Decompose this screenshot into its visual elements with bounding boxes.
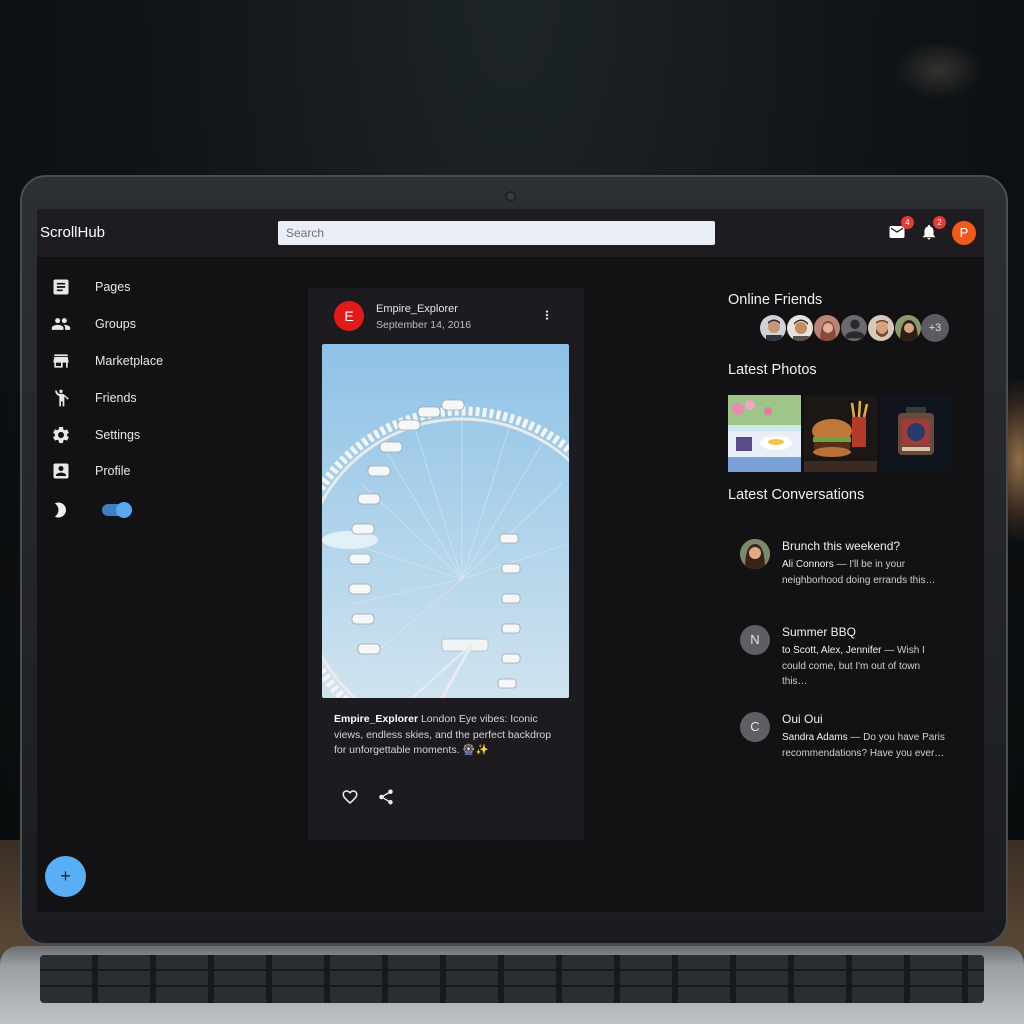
app-logo[interactable]: ScrollHub xyxy=(40,224,105,241)
post-date: September 14, 2016 xyxy=(376,319,472,331)
sidebar-item-groups[interactable]: Groups xyxy=(49,310,229,338)
background-bokeh xyxy=(894,40,984,100)
conversation-title: Oui Oui xyxy=(782,712,823,726)
more-friends-count[interactable]: +3 xyxy=(921,314,949,342)
friend-avatar[interactable] xyxy=(867,314,895,342)
notifications-button[interactable]: 2 xyxy=(920,216,946,241)
groups-icon xyxy=(51,318,71,330)
friend-avatar[interactable] xyxy=(759,314,787,342)
conversation-preview: Ali Connors — I'll be in your neighborho… xyxy=(782,557,947,588)
search-input[interactable] xyxy=(278,221,715,245)
profile-card-icon xyxy=(53,463,69,479)
heart-icon[interactable] xyxy=(341,788,359,806)
keyboard-row-gap xyxy=(40,969,984,971)
conversation-title: Brunch this weekend? xyxy=(782,539,901,553)
moon-icon xyxy=(51,501,69,519)
conversation-sender: Sandra Adams xyxy=(782,732,848,743)
friend-avatar[interactable] xyxy=(813,314,841,342)
post-author-avatar[interactable]: E xyxy=(334,301,364,331)
create-post-button[interactable]: + xyxy=(45,856,86,897)
photo-thumbnail-burger[interactable] xyxy=(804,395,877,472)
caption-author[interactable]: Empire_Explorer xyxy=(334,713,418,725)
mail-button[interactable]: 4 xyxy=(888,216,914,241)
profile-avatar[interactable]: P xyxy=(952,221,976,245)
conversation-avatar xyxy=(740,539,770,569)
conversation-sender: to Scott, Alex, Jennifer xyxy=(782,645,882,656)
online-friends-title: Online Friends xyxy=(728,292,823,308)
sidebar-item-label: Pages xyxy=(95,280,131,294)
notifications-badge: 2 xyxy=(933,216,946,229)
post-card: E Empire_Explorer September 14, 2016 Emp… xyxy=(308,288,584,840)
conversation-preview: to Scott, Alex, Jennifer — Wish I could … xyxy=(782,643,947,690)
share-icon[interactable] xyxy=(377,788,395,806)
conversation-item[interactable]: C Oui Oui Sandra Adams — Do you have Par… xyxy=(737,710,947,780)
sidebar-item-pages[interactable]: Pages xyxy=(49,273,229,301)
sidebar-item-label: Groups xyxy=(95,317,136,331)
sidebar-item-profile[interactable]: Profile xyxy=(49,457,229,485)
sidebar-item-label: Friends xyxy=(95,391,137,405)
app-header: ScrollHub 4 2 P xyxy=(37,209,984,257)
dark-mode-toggle[interactable] xyxy=(102,502,132,518)
laptop-screen: ScrollHub 4 2 P Pages Groups Marketplace… xyxy=(37,209,984,912)
conversation-item[interactable]: Brunch this weekend? Ali Connors — I'll … xyxy=(737,537,947,607)
post-caption: Empire_Explorer London Eye vibes: Iconic… xyxy=(334,712,564,759)
mail-badge: 4 xyxy=(901,216,914,229)
conversation-avatar: C xyxy=(740,712,770,742)
conversation-preview: Sandra Adams — Do you have Paris recomme… xyxy=(782,730,947,761)
laptop-keyboard xyxy=(40,955,984,1003)
friend-avatar-default[interactable] xyxy=(840,314,868,342)
post-author-name[interactable]: Empire_Explorer xyxy=(376,303,458,315)
more-vert-icon[interactable] xyxy=(540,306,554,324)
latest-conversations-title: Latest Conversations xyxy=(728,487,865,503)
latest-photos-title: Latest Photos xyxy=(728,362,817,378)
sidebar-item-friends[interactable]: Friends xyxy=(49,384,229,412)
photo-thumbnail-brunch[interactable] xyxy=(728,395,801,472)
post-image-london-eye[interactable] xyxy=(322,344,569,698)
storefront-icon xyxy=(53,354,69,368)
sidebar-item-label: Settings xyxy=(95,428,141,442)
sidebar-item-settings[interactable]: Settings xyxy=(49,421,229,449)
sidebar-item-marketplace[interactable]: Marketplace xyxy=(49,347,229,375)
person-icon xyxy=(55,389,69,407)
conversation-sender: Ali Connors xyxy=(782,559,834,570)
photo-thumbnail-radio[interactable] xyxy=(880,395,953,472)
friend-avatar[interactable] xyxy=(894,314,922,342)
toggle-knob xyxy=(116,502,132,518)
webcam xyxy=(505,191,516,202)
friend-avatar[interactable] xyxy=(786,314,814,342)
sidebar-item-label: Profile xyxy=(95,464,131,478)
keyboard-row-gap xyxy=(40,985,984,987)
sidebar-item-label: Marketplace xyxy=(95,354,164,368)
conversation-item[interactable]: N Summer BBQ to Scott, Alex, Jennifer — … xyxy=(737,623,947,693)
conversation-title: Summer BBQ xyxy=(782,625,857,639)
conversation-avatar: N xyxy=(740,625,770,655)
pages-icon xyxy=(53,279,69,295)
gear-icon xyxy=(53,427,69,443)
